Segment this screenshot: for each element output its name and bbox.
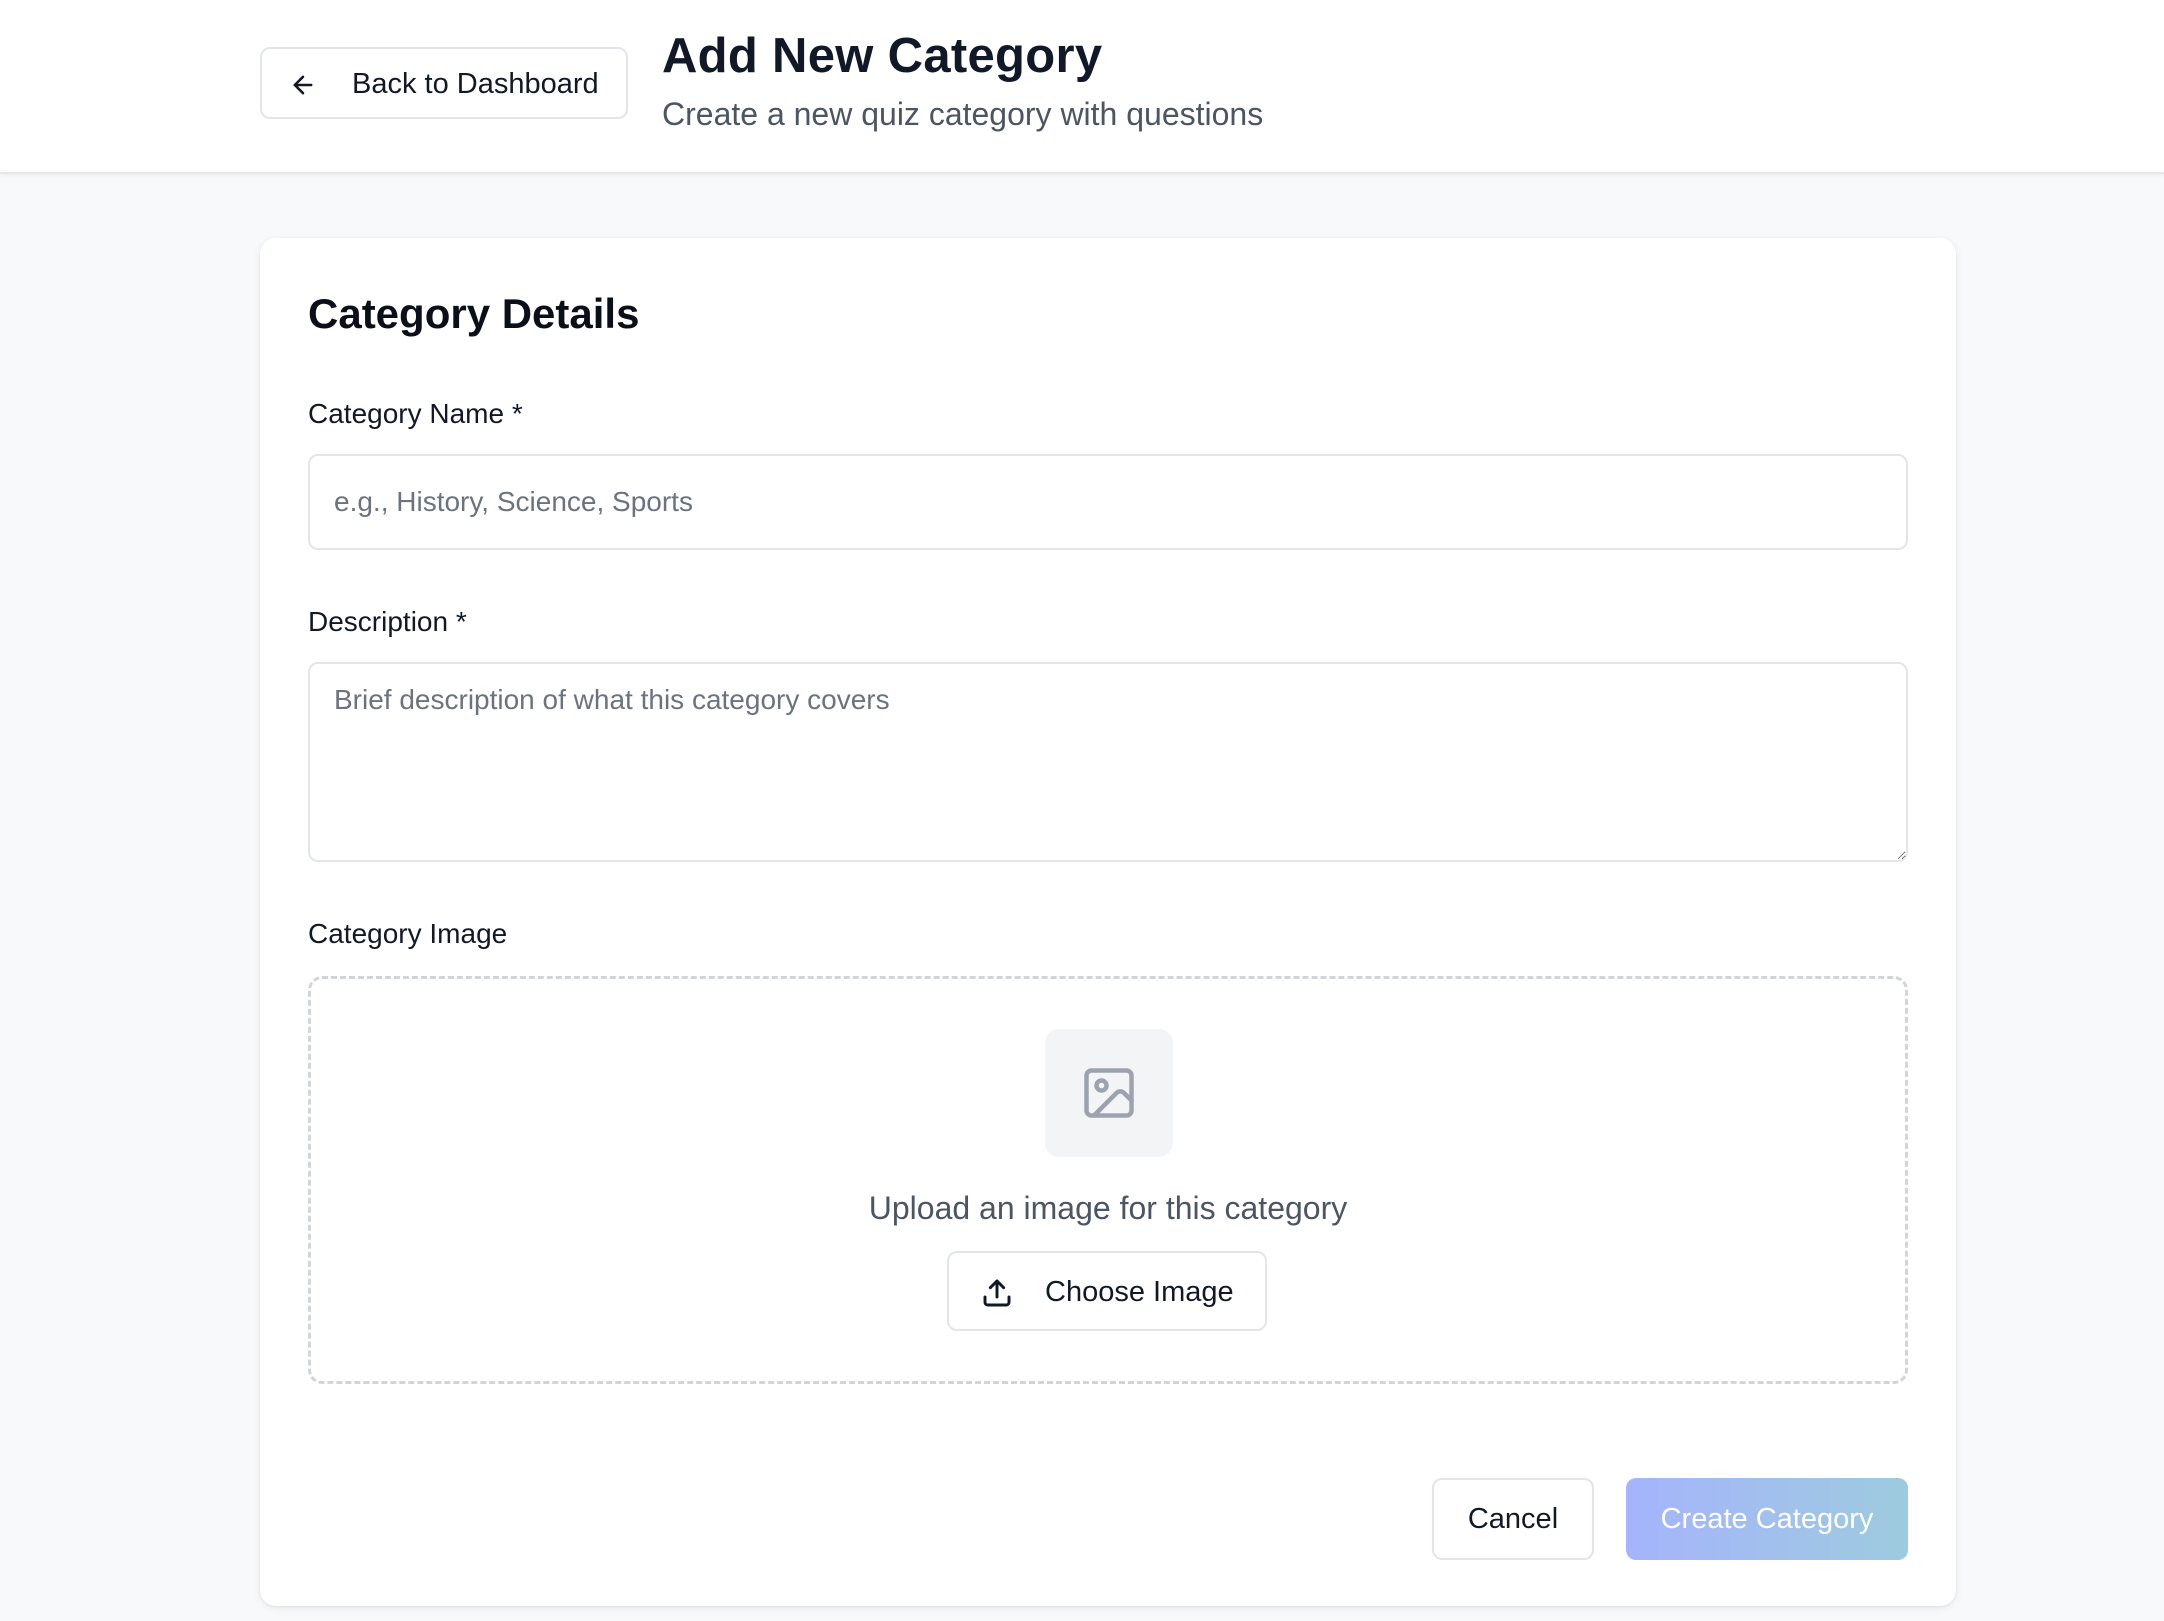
upload-icon [983, 1279, 1011, 1307]
choose-image-button[interactable]: Choose Image [947, 1251, 1267, 1331]
category-image-label: Category Image [308, 918, 508, 949]
description-textarea[interactable] [308, 662, 1908, 862]
section-title: Category Details [308, 290, 640, 337]
description-label: Description * [308, 606, 467, 637]
create-category-button[interactable]: Create Category [1626, 1478, 1908, 1560]
upload-prompt: Upload an image for this category [868, 1190, 1348, 1226]
image-placeholder-tile [1045, 1029, 1173, 1157]
page-subtitle: Create a new quiz category with question… [662, 96, 1264, 132]
image-icon [1084, 1068, 1134, 1118]
choose-image-label: Choose Image [1045, 1276, 1234, 1308]
page-title: Add New Category [662, 29, 1103, 83]
cancel-button[interactable]: Cancel [1432, 1478, 1594, 1560]
category-details-card: Category Details Category Name * Descrip… [260, 238, 1956, 1606]
top-bar: Back to Dashboard Add New Category Creat… [0, 0, 2164, 174]
back-to-dashboard-button[interactable]: Back to Dashboard [260, 47, 628, 119]
arrow-left-icon [293, 75, 313, 95]
image-dropzone[interactable]: Upload an image for this category Choose… [308, 976, 1908, 1384]
category-name-input[interactable] [308, 454, 1908, 550]
category-name-label: Category Name * [308, 398, 523, 429]
back-button-label: Back to Dashboard [352, 68, 599, 100]
